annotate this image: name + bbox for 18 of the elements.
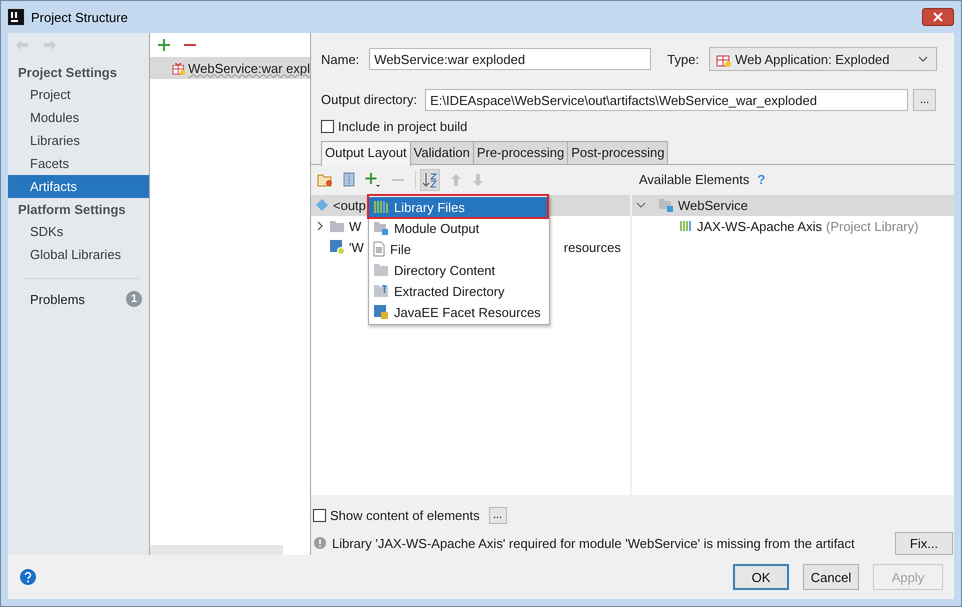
panel-title: Available Elements xyxy=(639,172,750,188)
tree-label: W xyxy=(349,218,362,234)
field-label: Name: xyxy=(321,52,360,66)
count-badge: 1 xyxy=(126,291,142,307)
window-title: Project Structure xyxy=(31,10,129,24)
tree-label: JAX-WS-Apache Axis xyxy=(697,218,822,234)
section-heading: Platform Settings xyxy=(17,201,127,219)
section-heading: Project Settings xyxy=(17,64,118,82)
checkbox-label: Show content of elements xyxy=(330,508,480,523)
tree-label: resources xyxy=(564,240,621,255)
tree-label: WebService xyxy=(678,198,748,213)
tree-label: 'W xyxy=(349,240,364,255)
tree-label: <outp xyxy=(333,198,366,213)
field-label: Output directory: xyxy=(321,92,418,108)
field-label: Type: xyxy=(667,52,700,66)
checkbox-label: Include in project build xyxy=(338,119,468,134)
tree-note: (Project Library) xyxy=(826,218,918,234)
warning-message: Library 'JAX-WS-Apache Axis' required for module 'WebService' is missing from the artifact xyxy=(332,536,856,551)
